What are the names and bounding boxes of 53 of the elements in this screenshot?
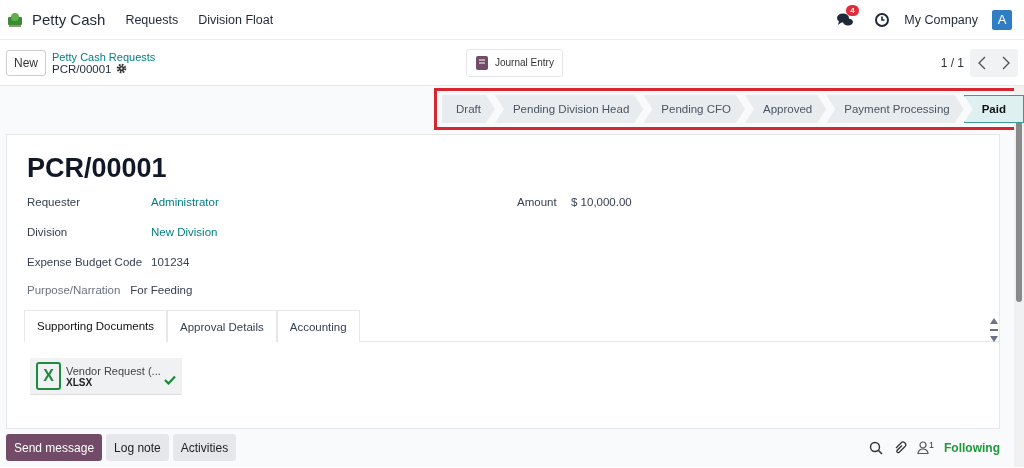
chat-icon[interactable] bbox=[836, 11, 855, 28]
field-label: Expense Budget Code bbox=[27, 256, 144, 270]
field-label: Requester bbox=[27, 196, 82, 210]
status-stage[interactable]: Payment Processing bbox=[826, 95, 964, 123]
spreadsheet-file-icon: X bbox=[36, 362, 61, 390]
attachment-card[interactable]: X Vendor Request (... XLSX bbox=[30, 358, 182, 395]
status-stage[interactable]: Paid bbox=[963, 95, 1024, 123]
book-icon bbox=[475, 54, 489, 71]
journal-entry-button[interactable]: Journal Entry bbox=[466, 48, 563, 77]
field-link[interactable]: New Division bbox=[151, 226, 218, 256]
status-stage[interactable]: Pending CFO bbox=[643, 95, 745, 123]
tab[interactable]: Supporting Documents bbox=[24, 310, 167, 342]
field-label: Purpose/Narration bbox=[27, 284, 121, 298]
field-value: 101234 bbox=[151, 256, 190, 270]
gear-icon[interactable] bbox=[116, 63, 128, 74]
field-value: For Feeding bbox=[130, 284, 193, 298]
person-icon bbox=[917, 441, 929, 455]
menu-item[interactable]: Requests bbox=[125, 12, 179, 27]
search-icon[interactable] bbox=[869, 440, 883, 455]
chatter-button[interactable]: Activities bbox=[172, 434, 237, 462]
scrollbar[interactable] bbox=[1014, 86, 1024, 467]
app-name[interactable]: Petty Cash bbox=[32, 11, 106, 28]
attachment-name: Vendor Request (... bbox=[66, 364, 161, 377]
field-label: Division bbox=[27, 226, 69, 240]
followers-button[interactable]: 1 bbox=[917, 441, 934, 455]
breadcrumb-link[interactable]: Petty Cash Requests bbox=[52, 50, 156, 63]
field-link[interactable]: Administrator bbox=[151, 196, 219, 226]
company-switcher[interactable]: My Company bbox=[904, 12, 978, 27]
status-stage[interactable]: Draft bbox=[442, 95, 495, 123]
attachment-type: XLSX bbox=[66, 376, 94, 388]
message-count-badge: 4 bbox=[846, 4, 859, 16]
field-label: Amount bbox=[517, 196, 558, 210]
checkmark-icon[interactable] bbox=[163, 375, 176, 385]
new-button[interactable]: New bbox=[6, 49, 46, 76]
paperclip-icon[interactable] bbox=[893, 440, 907, 455]
status-stage[interactable]: Pending Division Head bbox=[494, 95, 644, 123]
clock-icon[interactable] bbox=[874, 11, 891, 28]
following-button[interactable]: Following bbox=[944, 440, 1000, 455]
tab[interactable]: Approval Details bbox=[167, 310, 277, 342]
status-stage[interactable]: Approved bbox=[745, 95, 827, 123]
chevron-right-icon bbox=[1001, 55, 1011, 70]
field-value: $ 10,000.00 bbox=[571, 196, 632, 210]
record-title: PCR/00001 bbox=[27, 153, 168, 184]
chatter-button[interactable]: Send message bbox=[6, 434, 103, 462]
chevron-left-icon bbox=[977, 55, 987, 70]
tab[interactable]: Accounting bbox=[276, 310, 360, 342]
resize-handle-icon[interactable] bbox=[989, 317, 999, 343]
money-logo-icon[interactable] bbox=[6, 11, 24, 28]
pager-value: 1 / 1 bbox=[940, 55, 964, 70]
record-name: PCR/00001 bbox=[52, 62, 112, 75]
user-avatar[interactable]: A bbox=[992, 9, 1012, 30]
chatter-button[interactable]: Log note bbox=[106, 434, 169, 462]
menu-item[interactable]: Division Float bbox=[198, 12, 274, 27]
